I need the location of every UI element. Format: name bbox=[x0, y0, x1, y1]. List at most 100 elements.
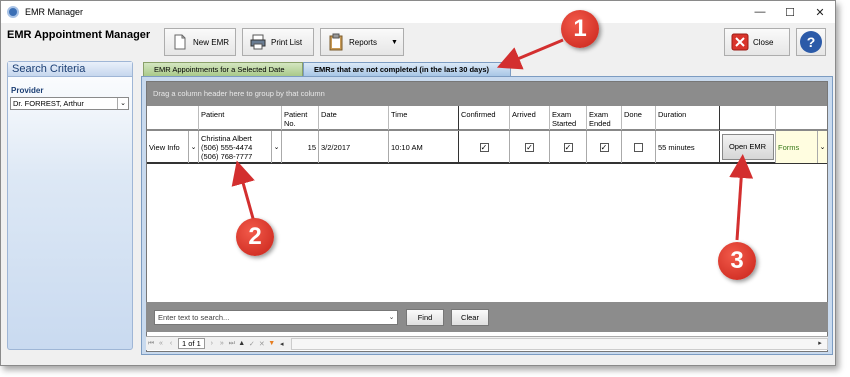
scroll-right-icon[interactable]: ▸ bbox=[815, 339, 825, 347]
open-emr-button[interactable]: Open EMR bbox=[721, 134, 774, 160]
exam-started-cell: ✓ bbox=[550, 131, 587, 163]
patient-phone-2: (506) 768-7777 bbox=[201, 151, 253, 161]
prev-page-icon[interactable]: ‹ bbox=[166, 340, 176, 347]
view-info-cell[interactable]: View Info ⌄ bbox=[147, 131, 199, 163]
horizontal-scrollbar[interactable]: ▸ bbox=[290, 337, 828, 350]
search-criteria-title: Search Criteria bbox=[8, 62, 132, 77]
up-icon[interactable]: ▲ bbox=[237, 340, 247, 347]
patient-no-cell: 15 bbox=[282, 131, 319, 163]
find-button[interactable]: Find bbox=[406, 309, 444, 326]
patient-name: Christina Albert bbox=[201, 133, 252, 143]
tab-panel: Drag a column header here to group by th… bbox=[141, 76, 833, 355]
chevron-down-icon: ▼ bbox=[391, 38, 398, 46]
chevron-down-icon[interactable]: ⌄ bbox=[817, 131, 827, 163]
col-time[interactable]: Time bbox=[389, 106, 459, 130]
open-emr-cell: Open EMR bbox=[720, 131, 776, 163]
close-label: Close bbox=[753, 37, 774, 47]
scroll-left-icon[interactable]: ◂ bbox=[277, 340, 287, 348]
group-panel[interactable]: Drag a column header here to group by th… bbox=[147, 82, 827, 106]
patient-phone-1: (506) 555-4474 bbox=[201, 142, 253, 152]
app-title: EMR Appointment Manager bbox=[7, 29, 151, 41]
col-exam-ended[interactable]: Exam Ended bbox=[587, 106, 622, 130]
next-page-icon[interactable]: › bbox=[207, 340, 217, 347]
provider-label: Provider bbox=[11, 86, 44, 95]
maximize-button[interactable]: ☐ bbox=[775, 1, 805, 23]
reports-label: Reports bbox=[349, 37, 378, 47]
chevron-down-icon: ⌄ bbox=[117, 98, 128, 109]
annotation-badge-2: 2 bbox=[236, 218, 274, 256]
clear-button[interactable]: Clear bbox=[451, 309, 489, 326]
col-arrived[interactable]: Arrived bbox=[510, 106, 550, 130]
col-patient[interactable]: Patient bbox=[199, 106, 282, 130]
new-emr-button[interactable]: New EMR bbox=[164, 28, 236, 56]
duration-cell: 55 minutes bbox=[656, 131, 720, 163]
emr-manager-window: EMR Manager — ☐ ✕ EMR Appointment Manage… bbox=[0, 0, 836, 366]
find-panel: Enter text to search... ⌄ Find Clear bbox=[146, 302, 828, 332]
forms-label: Forms bbox=[778, 142, 800, 152]
exam-ended-checkbox[interactable]: ✓ bbox=[599, 142, 609, 152]
provider-value: Dr. FORREST, Arthur bbox=[13, 99, 84, 108]
annotation-badge-1: 1 bbox=[561, 10, 599, 48]
filter-icon[interactable]: ▼ bbox=[267, 340, 277, 347]
forms-cell[interactable]: Forms ⌄ bbox=[776, 131, 827, 163]
chevron-down-icon[interactable]: ⌄ bbox=[386, 311, 397, 324]
help-icon: ? bbox=[800, 31, 822, 53]
printer-icon bbox=[250, 34, 266, 50]
tab-not-completed[interactable]: EMRs that are not completed (in the last… bbox=[303, 62, 511, 76]
done-cell bbox=[622, 131, 656, 163]
col-forms bbox=[776, 106, 827, 130]
chevron-down-icon[interactable]: ⌄ bbox=[271, 131, 281, 163]
last-page-icon[interactable]: ⏭ bbox=[227, 340, 237, 348]
next-group-icon[interactable]: » bbox=[217, 340, 227, 347]
pager: ⏮ « ‹ 1 of 1 › » ⏭ ▲ ✓ ✕ ▼ ◂ ▸ bbox=[146, 336, 828, 350]
header: EMR Appointment Manager New EMR Print Li… bbox=[1, 23, 835, 61]
col-open-emr bbox=[720, 106, 776, 130]
page-indicator: 1 of 1 bbox=[178, 338, 205, 349]
new-document-icon bbox=[174, 34, 186, 50]
col-patient-no[interactable]: Patient No. bbox=[282, 106, 319, 130]
date-cell: 3/2/2017 bbox=[319, 131, 389, 163]
done-checkbox[interactable] bbox=[634, 142, 643, 152]
column-header-row: Patient Patient No. Date Time Confirmed A… bbox=[147, 106, 827, 130]
table-row[interactable]: View Info ⌄ Christina Albert (506) 555-4… bbox=[147, 130, 827, 164]
clipboard-icon bbox=[329, 33, 343, 51]
view-info-label: View Info bbox=[149, 142, 180, 152]
col-duration[interactable]: Duration bbox=[656, 106, 720, 130]
app-icon bbox=[7, 6, 19, 18]
col-view-info[interactable] bbox=[147, 106, 199, 130]
new-emr-label: New EMR bbox=[193, 37, 230, 47]
provider-select[interactable]: Dr. FORREST, Arthur ⌄ bbox=[10, 97, 129, 110]
print-list-button[interactable]: Print List bbox=[242, 28, 314, 56]
search-placeholder: Enter text to search... bbox=[158, 313, 230, 322]
first-page-icon[interactable]: ⏮ bbox=[146, 340, 156, 348]
reports-button[interactable]: Reports ▼ bbox=[320, 28, 404, 56]
col-confirmed[interactable]: Confirmed bbox=[459, 106, 510, 130]
arrived-checkbox[interactable]: ✓ bbox=[525, 142, 534, 152]
cancel-icon[interactable]: ✕ bbox=[257, 340, 267, 348]
window-close-button[interactable]: ✕ bbox=[805, 1, 835, 23]
col-exam-started[interactable]: Exam Started bbox=[550, 106, 587, 130]
search-input[interactable]: Enter text to search... ⌄ bbox=[154, 310, 398, 325]
close-icon bbox=[731, 33, 749, 51]
annotation-badge-3: 3 bbox=[718, 242, 756, 280]
title-bar: EMR Manager — ☐ ✕ bbox=[1, 1, 835, 23]
prev-group-icon[interactable]: « bbox=[156, 340, 166, 347]
col-done[interactable]: Done bbox=[622, 106, 656, 130]
edit-icon[interactable]: ✓ bbox=[247, 340, 257, 348]
col-date[interactable]: Date bbox=[319, 106, 389, 130]
time-cell: 10:10 AM bbox=[389, 131, 459, 163]
search-criteria-panel: Search Criteria Provider Dr. FORREST, Ar… bbox=[7, 61, 133, 350]
arrived-cell: ✓ bbox=[510, 131, 550, 163]
confirmed-cell: ✓ bbox=[459, 131, 510, 163]
patient-cell[interactable]: Christina Albert (506) 555-4474 (506) 76… bbox=[199, 131, 282, 163]
tab-selected-date[interactable]: EMR Appointments for a Selected Date bbox=[143, 62, 303, 76]
minimize-button[interactable]: — bbox=[745, 1, 775, 23]
help-button[interactable]: ? bbox=[796, 28, 826, 56]
exam-started-checkbox[interactable]: ✓ bbox=[563, 142, 573, 152]
close-button[interactable]: Close bbox=[724, 28, 790, 56]
print-list-label: Print List bbox=[271, 37, 303, 47]
confirmed-checkbox[interactable]: ✓ bbox=[479, 142, 489, 152]
exam-ended-cell: ✓ bbox=[587, 131, 622, 163]
chevron-down-icon[interactable]: ⌄ bbox=[188, 131, 198, 163]
window-title: EMR Manager bbox=[25, 7, 84, 17]
